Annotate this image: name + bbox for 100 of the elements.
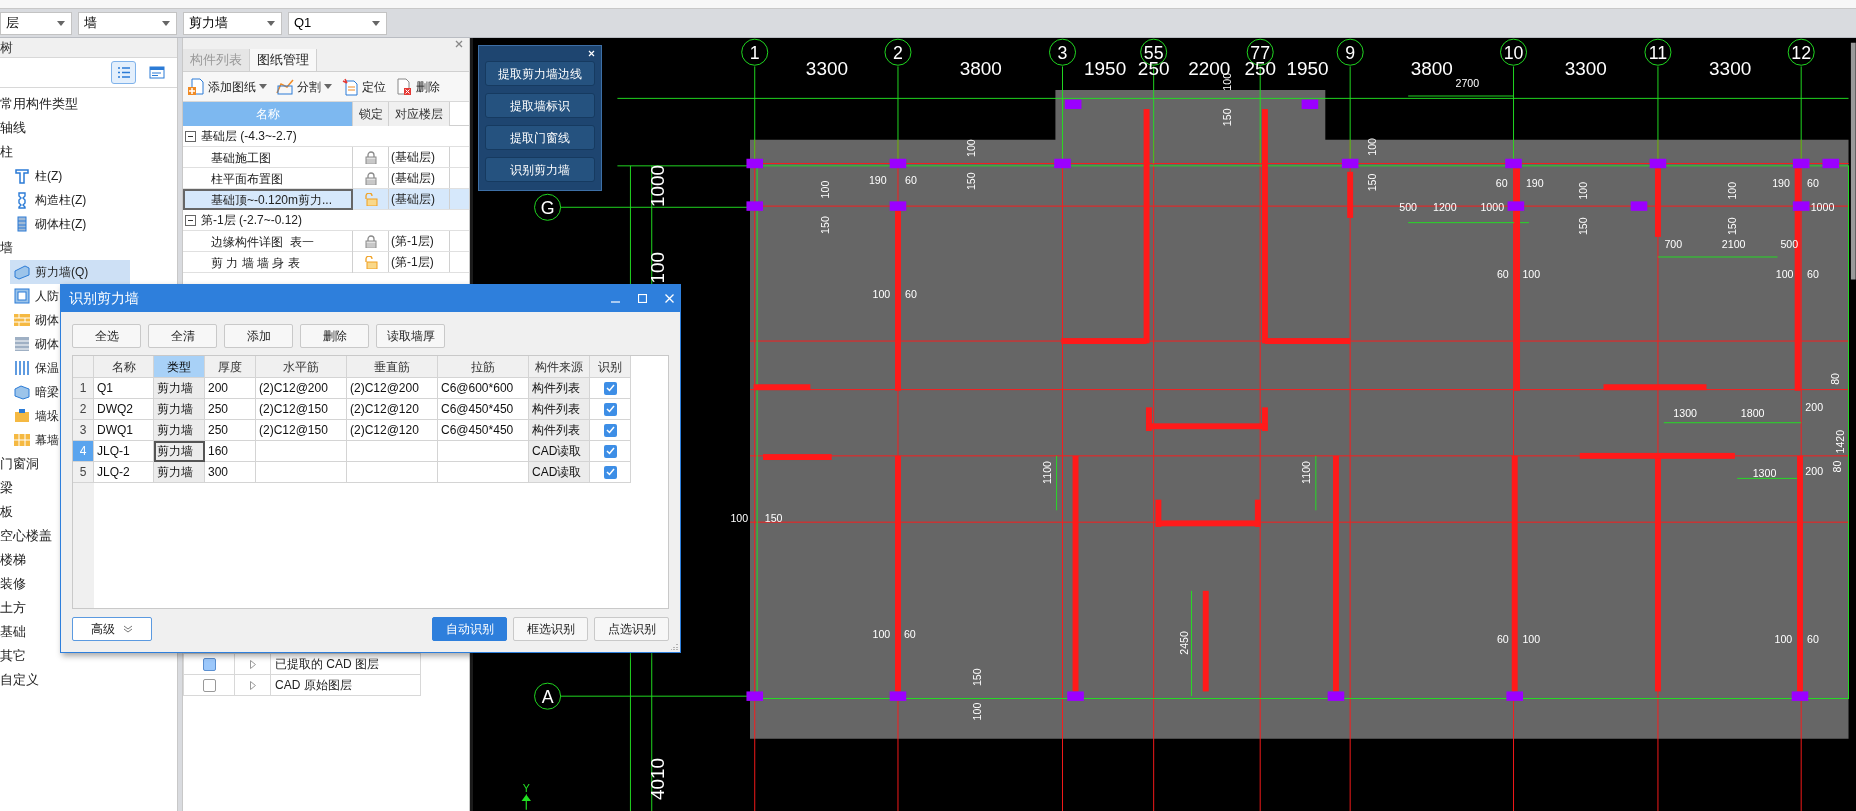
dialog-button[interactable]: 添加 [224, 324, 293, 348]
resize-grip-icon[interactable] [671, 643, 678, 650]
shear-wall[interactable] [1264, 338, 1351, 344]
table-cell[interactable]: (2)C12@150 [256, 420, 347, 441]
shear-wall[interactable] [1579, 452, 1735, 459]
dialog-button[interactable]: 全选 [72, 324, 141, 348]
shear-wall[interactable] [1797, 455, 1803, 692]
tree-item[interactable]: 幕墙 [10, 428, 63, 452]
column-header[interactable]: 对应楼层 [389, 102, 450, 126]
table-cell[interactable]: 构件列表 [529, 420, 590, 441]
collapse-icon[interactable] [185, 214, 196, 226]
table-cell[interactable]: 200 [205, 378, 256, 399]
drawing-name-cell[interactable]: 基础施工图 [183, 147, 353, 168]
column-header[interactable]: 识别 [590, 356, 631, 378]
tool-button[interactable]: 提取墙标识 [485, 93, 595, 118]
tree-item[interactable]: 砌体 [10, 332, 63, 356]
shear-wall[interactable] [1333, 455, 1339, 692]
tree-item[interactable]: 人防 [10, 284, 63, 308]
advanced-button[interactable]: 高级 [72, 617, 152, 641]
table-cell[interactable] [347, 462, 438, 483]
drawing-name-cell[interactable]: 基础顶~-0.120m剪力... [183, 189, 353, 210]
lock-icon[interactable] [363, 255, 378, 269]
toolbar-button[interactable]: 分割 [276, 77, 332, 96]
tree-item[interactable]: 装修 [0, 574, 26, 594]
drawing-name-cell[interactable]: 边缘构件详图 表一 [183, 231, 353, 252]
group-label[interactable]: 基础层 (-4.3~-2.7) [201, 127, 297, 145]
collapse-icon[interactable] [185, 130, 196, 142]
tree-item[interactable]: 梁 [0, 478, 13, 498]
shear-wall[interactable] [1511, 455, 1518, 692]
tree-item[interactable]: 柱(Z) [10, 164, 67, 188]
column-header[interactable]: 拉筋 [438, 356, 529, 378]
shear-wall[interactable] [1603, 384, 1707, 391]
shear-wall[interactable] [753, 384, 811, 391]
table-cell[interactable]: 构件列表 [529, 399, 590, 420]
table-cell[interactable]: 250 [205, 399, 256, 420]
maximize-icon[interactable] [638, 294, 647, 303]
dialog-button[interactable]: 删除 [300, 324, 369, 348]
action-button[interactable]: 点选识别 [594, 617, 669, 641]
dialog-button[interactable]: 全清 [148, 324, 217, 348]
column-header[interactable]: 名称 [94, 356, 154, 378]
shear-wall[interactable] [763, 454, 832, 460]
shear-wall[interactable] [895, 210, 901, 391]
shear-wall[interactable] [1262, 109, 1268, 344]
dropdown-field[interactable]: 层 [0, 11, 72, 35]
shear-wall[interactable] [1061, 338, 1147, 344]
tree-item[interactable]: 空心楼盖 [0, 526, 52, 546]
tree-item[interactable]: 土方 [0, 598, 26, 618]
tree-item[interactable]: 基础 [0, 622, 26, 642]
column-header[interactable]: 构件来源 [529, 356, 590, 378]
table-cell[interactable]: (2)C12@200 [256, 378, 347, 399]
tree-item[interactable]: 保温 [10, 356, 63, 380]
shear-wall[interactable] [1202, 590, 1209, 692]
tree-item[interactable]: 剪力墙(Q) [10, 260, 130, 284]
list-view-button[interactable] [111, 61, 136, 84]
layer-checkbox[interactable] [202, 657, 216, 671]
tree-item[interactable]: 砌体 [10, 308, 63, 332]
table-cell[interactable] [256, 462, 347, 483]
table-cell[interactable]: 剪力墙 [154, 378, 205, 399]
row-number[interactable]: 2 [73, 399, 94, 420]
group-label[interactable]: 第-1层 (-2.7~-0.12) [201, 211, 303, 229]
expand-arrow-icon[interactable] [249, 659, 256, 669]
toolbar-button[interactable]: 删除 [395, 77, 440, 96]
table-cell[interactable]: 300 [205, 462, 256, 483]
shear-wall[interactable] [1514, 168, 1521, 391]
dropdown-field[interactable]: 剪力墙 [183, 11, 282, 35]
tree-item[interactable]: 墙垛 [10, 404, 63, 428]
table-cell[interactable]: (2)C12@200 [347, 378, 438, 399]
column-header[interactable]: 类型 [154, 356, 205, 378]
column-header[interactable]: 厚度 [205, 356, 256, 378]
tool-button[interactable]: 提取门窗线 [485, 125, 595, 150]
toolbar-button[interactable]: 定位 [341, 77, 386, 96]
tree-item[interactable]: 轴线 [0, 118, 26, 138]
drawing-name-cell[interactable]: 柱平面布置图 [183, 168, 353, 189]
column-header[interactable]: 锁定 [353, 102, 389, 126]
table-cell[interactable]: (2)C12@120 [347, 399, 438, 420]
tree-item[interactable]: 常用构件类型 [0, 94, 78, 114]
table-cell[interactable]: 剪力墙 [154, 399, 205, 420]
row-number[interactable]: 3 [73, 420, 94, 441]
table-cell[interactable]: 剪力墙 [154, 462, 205, 483]
tree-item[interactable]: 柱 [0, 142, 13, 162]
table-cell[interactable]: 250 [205, 420, 256, 441]
tree-item[interactable]: 构造柱(Z) [10, 188, 91, 212]
tree-item[interactable]: 墙 [0, 238, 13, 258]
shear-wall[interactable] [895, 455, 901, 692]
shear-wall[interactable] [1072, 455, 1079, 692]
recognize-checkbox[interactable] [603, 402, 617, 416]
recognize-checkbox[interactable] [603, 444, 617, 458]
tree-item[interactable]: 暗梁 [10, 380, 63, 404]
shear-wall[interactable] [1347, 171, 1354, 218]
tree-item[interactable]: 其它 [0, 646, 26, 666]
drawing-name-cell[interactable]: 剪 力 墙 墙 身 表 [183, 252, 353, 273]
lock-icon[interactable] [364, 171, 377, 185]
shear-wall[interactable] [1655, 168, 1661, 237]
tool-button[interactable]: 识别剪力墙 [485, 157, 595, 182]
tool-button[interactable]: 提取剪力墙边线 [485, 61, 595, 86]
lock-icon[interactable] [364, 234, 377, 248]
row-number[interactable]: 5 [73, 462, 94, 483]
recognize-checkbox[interactable] [603, 423, 617, 437]
action-button[interactable]: 框选识别 [513, 617, 588, 641]
expand-arrow-icon[interactable] [249, 680, 256, 690]
